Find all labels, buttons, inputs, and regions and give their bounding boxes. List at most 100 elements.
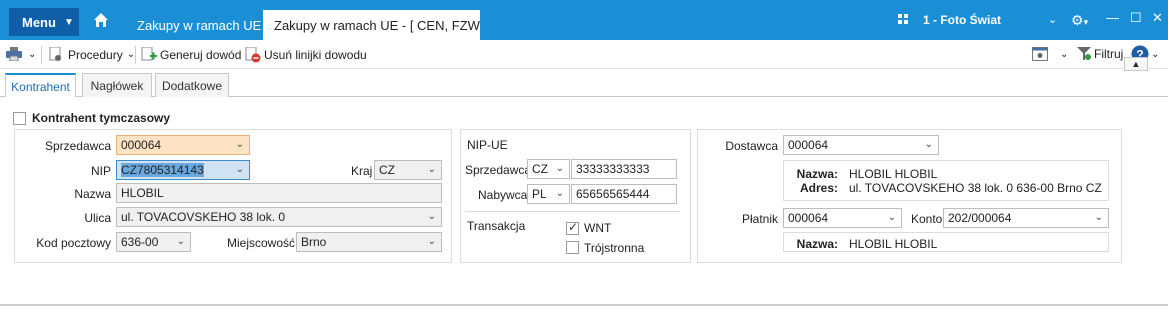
nabywca-country-select[interactable]: PL ⌄ — [527, 184, 570, 204]
procedury-label: Procedury — [68, 47, 123, 62]
trojstronna-label: Trójstronna — [584, 241, 645, 255]
miejscowosc-label: Miejscowość — [227, 236, 296, 250]
print-button[interactable]: ⌄ — [6, 47, 36, 61]
generuj-dowod-button[interactable]: Generuj dowód — [141, 47, 241, 63]
procedury-button[interactable]: Procedury ⌄ — [49, 47, 135, 62]
nabywca-nip-field[interactable]: 65656565444 — [571, 184, 677, 204]
usun-linijki-button[interactable]: Usuń linijki dowodu — [245, 47, 367, 63]
dostawca-value: 000064 — [788, 138, 829, 152]
ulica-value: ul. TOVACOVSKEHO 38 lok. 0 — [121, 210, 286, 224]
temp-contractor-checkbox[interactable] — [13, 112, 26, 125]
filtruj-button[interactable]: Filtruj — [1077, 47, 1123, 61]
konto-value: 202/000064 — [948, 211, 1012, 225]
wnt-label: WNT — [584, 221, 612, 235]
minimize-icon[interactable]: — — [1106, 10, 1119, 25]
dostawca-label: Dostawca — [725, 139, 778, 153]
tab-naglowek[interactable]: Nagłówek — [82, 73, 152, 97]
sprzedawca-country-select[interactable]: CZ ⌄ — [527, 159, 570, 179]
dostawca-adres-value: ul. TOVACOVSKEHO 38 lok. 0 636-00 Brno C… — [849, 181, 1102, 195]
platnik-label: Płatnik — [741, 212, 778, 226]
close-icon[interactable]: ✕ — [1152, 10, 1163, 26]
tab-label: Zakupy w ramach UE — [137, 17, 262, 33]
company-name[interactable]: 1 - Foto Świat — [923, 13, 1001, 27]
sprzedawca-select[interactable]: 000064 ⌄ — [116, 135, 250, 155]
ulica-label: Ulica — [84, 211, 111, 225]
tab-zakupy-ue-document[interactable]: Zakupy w ramach UE - [ CEN, FZWN — [263, 10, 480, 40]
chevron-down-icon: ⌄ — [427, 211, 436, 222]
konto-select[interactable]: 202/000064 ⌄ — [943, 208, 1109, 228]
menu-label: Menu — [22, 14, 56, 30]
generuj-label: Generuj dowód — [160, 48, 242, 62]
chevron-down-icon: ▼ — [63, 16, 74, 28]
filter-icon — [1077, 47, 1091, 60]
settings-button[interactable]: ⌄ — [1032, 47, 1068, 61]
platnik-nazwa-value: HLOBIL HLOBIL — [849, 237, 938, 251]
kod-value: 636-00 — [121, 235, 159, 249]
form-content: Kontrahent tymczasowy Sprzedawca 000064 ⌄… — [0, 97, 1168, 306]
maximize-icon[interactable]: ☐ — [1130, 10, 1142, 26]
nip-select[interactable]: CZ7805314143 ⌄ — [116, 160, 250, 180]
ulica-select[interactable]: ul. TOVACOVSKEHO 38 lok. 0 ⌄ — [116, 207, 442, 227]
chevron-down-icon: ⌄ — [924, 139, 933, 150]
menu-button[interactable]: Menu ▼ — [9, 8, 79, 36]
delete-document-icon — [245, 47, 261, 63]
nip-label: NIP — [90, 164, 111, 178]
tab-label: Zakupy w ramach UE - [ CEN, FZWN — [274, 17, 480, 33]
kod-select[interactable]: 636-00 ⌄ — [116, 232, 191, 252]
sprzedawca-value: 000064 — [121, 138, 162, 152]
sprzedawca-country-value: CZ — [532, 162, 548, 176]
tab-kontrahent[interactable]: Kontrahent — [5, 73, 76, 98]
gear-icon[interactable]: ⚙▾ — [1071, 12, 1088, 29]
kraj-label: Kraj — [351, 164, 373, 178]
dostawca-nazwa-value: HLOBIL HLOBIL — [849, 167, 938, 181]
tab-zakupy-ue[interactable]: Zakupy w ramach UE — [126, 10, 263, 40]
toolbar-divider — [41, 46, 42, 64]
form-tabs: Kontrahent Nagłówek Dodatkowe — [0, 69, 1168, 98]
nazwa-field[interactable]: HLOBIL — [116, 183, 442, 203]
divider — [465, 211, 680, 212]
chevron-down-icon: ⌄ — [235, 139, 244, 150]
platnik-value: 000064 — [788, 211, 829, 225]
kod-label: Kod pocztowy — [36, 236, 111, 250]
chevron-up-icon: ▲ — [1131, 59, 1141, 69]
nazwa-value: HLOBIL — [121, 186, 164, 200]
wnt-checkbox[interactable] — [566, 220, 579, 235]
sprzedawca-nip-value: 33333333333 — [576, 162, 650, 176]
nabywca-country-value: PL — [532, 187, 547, 201]
toolbar-divider — [135, 46, 136, 64]
chevron-down-icon: ⌄ — [1060, 48, 1069, 60]
dostawca-select[interactable]: 000064 ⌄ — [783, 135, 939, 155]
chevron-down-icon: ⌄ — [176, 236, 185, 247]
platnik-select[interactable]: 000064 ⌄ — [783, 208, 902, 228]
chevron-down-icon: ⌄ — [887, 212, 896, 223]
printer-icon — [6, 47, 22, 61]
nabywca-label: Nabywca — [478, 188, 528, 202]
home-icon[interactable] — [93, 12, 109, 28]
chevron-down-icon: ⌄ — [555, 163, 564, 174]
add-document-icon — [141, 47, 157, 61]
miejscowosc-select[interactable]: Brno ⌄ — [296, 232, 442, 252]
nabywca-nip-value: 65656565444 — [576, 187, 650, 201]
toolbar: ⌄ Procedury ⌄ Generuj dowód Usuń linijki… — [0, 40, 1168, 69]
konto-label: Konto — [911, 212, 943, 226]
title-bar: Menu ▼ Zakupy w ramach UE Zakupy w ramac… — [0, 0, 1168, 40]
trojstronna-checkbox[interactable] — [566, 241, 579, 254]
document-gear-icon — [49, 47, 61, 61]
mid-sprzedawca-label: Sprzedawca — [465, 163, 532, 177]
nazwa-label: Nazwa — [74, 187, 111, 201]
tab-label: Kontrahent — [11, 79, 70, 94]
transakcja-label: Transakcja — [467, 219, 526, 233]
chevron-down-icon: ⌄ — [235, 164, 244, 175]
chevron-down-icon[interactable]: ⌄ — [1048, 13, 1057, 26]
grid-icon[interactable] — [898, 14, 908, 24]
dostawca-nazwa-label: Nazwa: — [796, 167, 838, 181]
nip-ue-title: NIP-UE — [467, 138, 508, 152]
chevron-down-icon: ⌄ — [427, 164, 436, 175]
sprzedawca-nip-field[interactable]: 33333333333 — [571, 159, 677, 179]
dostawca-adres-label: Adres: — [799, 181, 838, 195]
tab-dodatkowe[interactable]: Dodatkowe — [155, 73, 229, 97]
kraj-select[interactable]: CZ ⌄ — [374, 160, 442, 180]
temp-contractor-label: Kontrahent tymczasowy — [32, 111, 171, 125]
sprzedawca-label: Sprzedawca — [44, 139, 111, 153]
chevron-down-icon: ⌄ — [28, 48, 37, 60]
